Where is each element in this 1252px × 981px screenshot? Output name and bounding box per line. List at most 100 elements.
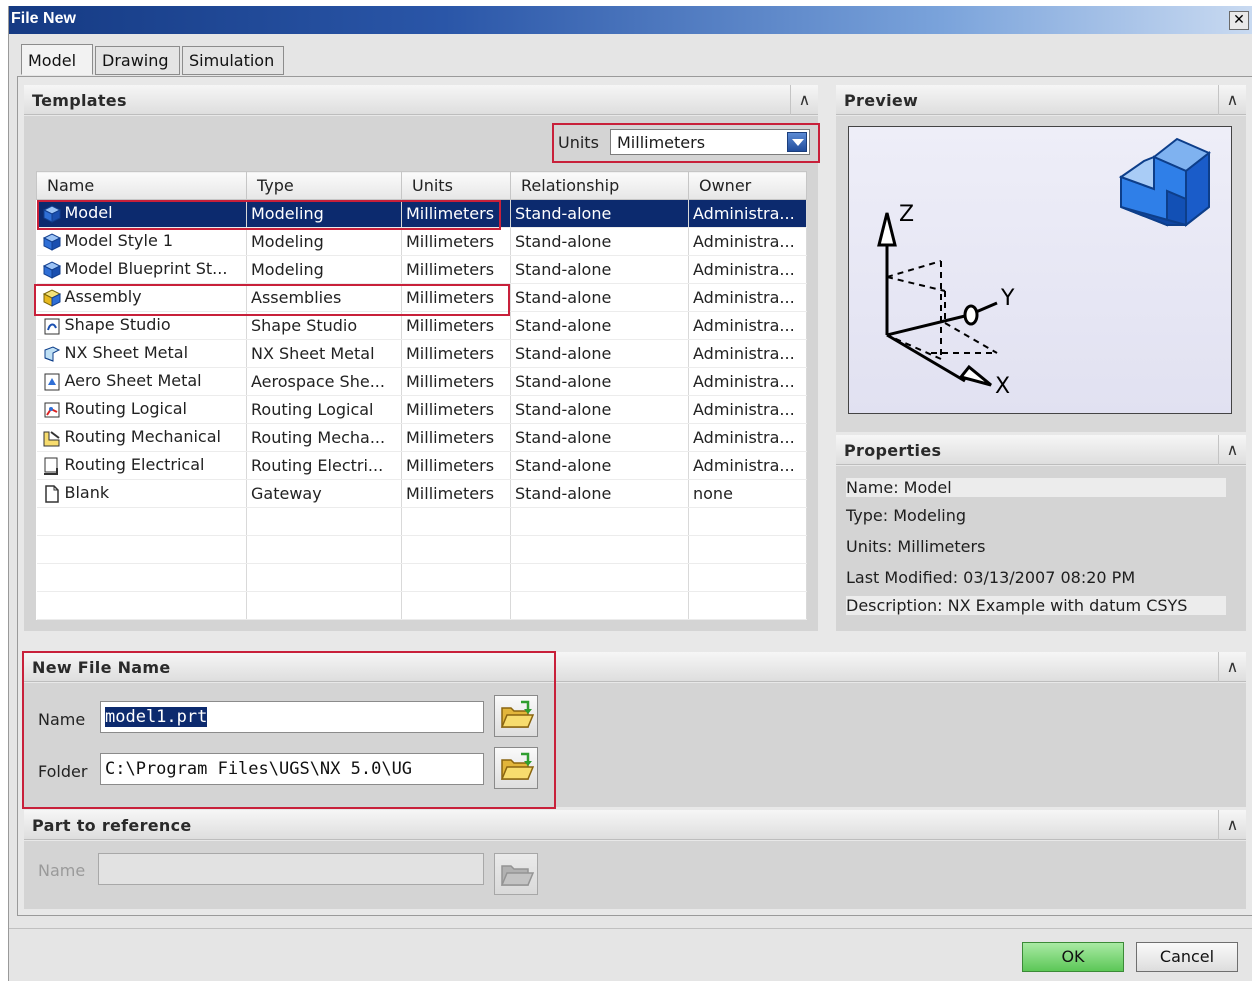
tab-model[interactable]: Model [21,44,93,75]
column-header-name[interactable]: Name [36,171,247,200]
cell-name: Blank [36,479,247,508]
cancel-button[interactable]: Cancel [1136,942,1238,972]
preview-panel: Z Y X [836,116,1246,432]
table-row[interactable]: Model Style 1 Modeling Millimeters Stand-al… [36,227,807,256]
template-name: NX Sheet Metal [64,343,189,363]
csys-axes [877,212,998,387]
open-folder-icon [500,865,535,886]
cell-type: Modeling [246,255,402,284]
x-axis-label: X [995,374,1010,399]
cell-type: Gateway [246,479,402,508]
cell-relationship: Stand-alone [510,395,689,424]
ok-button[interactable]: OK [1022,942,1124,972]
templates-header[interactable]: Templates ∧ [24,85,818,115]
units-dropdown[interactable]: Millimeters [610,129,810,155]
empty-cell [510,563,689,592]
cell-owner: none [688,479,807,508]
column-header-units[interactable]: Units [401,171,511,200]
cell-owner: Administra... [688,395,807,424]
reference-name-input[interactable] [98,853,484,885]
cell-owner: Administra... [688,283,807,312]
cell-units: Millimeters [401,339,511,368]
empty-cell [246,507,402,536]
cell-owner: Administra... [688,227,807,256]
assembly-icon [41,288,63,308]
table-row[interactable]: Model Modeling Millimeters Stand-alone Admin… [36,199,807,228]
collapse-icon[interactable]: ∧ [790,85,818,115]
preview-header[interactable]: Preview ∧ [836,85,1246,115]
tab-content: Templates ∧ Units Millimeters Name Type … [17,76,1252,916]
cell-name: Routing Mechanical [36,423,247,452]
template-name: Model Blueprint St... [64,259,228,279]
collapse-icon[interactable]: ∧ [1218,652,1246,682]
collapse-icon[interactable]: ∧ [1218,435,1246,465]
tab-drawing[interactable]: Drawing [95,46,180,75]
open-folder-icon [500,752,535,780]
column-header-owner[interactable]: Owner [688,171,807,200]
folder-input[interactable]: C:\Program Files\UGS\NX 5.0\UG [100,753,484,785]
table-row[interactable]: NX Sheet Metal NX Sheet Metal Millimeters S… [36,339,807,368]
routing-logical-icon [41,400,63,420]
browse-name-button[interactable] [494,695,538,737]
empty-row [36,563,807,592]
browse-reference-button[interactable] [494,853,538,895]
cell-relationship: Stand-alone [510,423,689,452]
cell-units: Millimeters [401,283,511,312]
properties-header[interactable]: Properties ∧ [836,435,1246,465]
shape-studio-icon [41,316,63,336]
empty-row [36,507,807,536]
file-name-input[interactable]: model1.prt [100,701,484,733]
close-button[interactable]: ✕ [1229,11,1249,30]
empty-cell [401,591,511,620]
property-description: Description: NX Example with datum CSYS [846,596,1226,615]
model-icon [41,260,63,280]
empty-cell [401,507,511,536]
cell-relationship: Stand-alone [510,451,689,480]
cell-owner: Administra... [688,311,807,340]
chevron-down-icon[interactable] [787,132,807,152]
table-row[interactable]: Aero Sheet Metal Aerospace She... Millimet… [36,367,807,396]
table-row[interactable]: Shape Studio Shape Studio Millimeters Stand… [36,311,807,340]
cell-relationship: Stand-alone [510,199,689,228]
empty-cell [246,591,402,620]
column-header-relationship[interactable]: Relationship [510,171,689,200]
cell-units: Millimeters [401,479,511,508]
column-header-type[interactable]: Type [246,171,402,200]
tab-simulation[interactable]: Simulation [182,46,284,75]
collapse-icon[interactable]: ∧ [1218,85,1246,115]
part-cube-icon [1118,137,1211,228]
part-to-reference-title: Part to reference [32,816,192,835]
cell-units: Millimeters [401,199,511,228]
y-axis-label: Y [1000,286,1015,311]
reference-name-label: Name [38,861,86,880]
cell-owner: Administra... [688,339,807,368]
cell-owner: Administra... [688,367,807,396]
cell-type: Aerospace She... [246,367,402,396]
empty-cell [36,535,247,564]
table-row[interactable]: Model Blueprint St... Modeling Millimeters… [36,255,807,284]
footer-divider [9,928,1252,929]
part-to-reference-header[interactable]: Part to reference ∧ [24,810,1246,840]
cell-type: Shape Studio [246,311,402,340]
cell-relationship: Stand-alone [510,479,689,508]
cell-relationship: Stand-alone [510,283,689,312]
browse-folder-button[interactable] [494,747,538,789]
table-row[interactable]: Routing Mechanical Routing Mecha... Millim… [36,423,807,452]
routing-electrical-icon [41,456,63,476]
table-row[interactable]: Routing Electrical Routing Electri... Mill… [36,451,807,480]
cell-type: Routing Mecha... [246,423,402,452]
property-type: Type: Modeling [846,506,967,525]
table-row[interactable]: Assembly Assemblies Millimeters Stand-alone… [36,283,807,312]
empty-cell [401,563,511,592]
table-row[interactable]: Blank Gateway Millimeters Stand-alone none [36,479,807,508]
new-file-name-header[interactable]: New File Name ∧ [24,652,1246,682]
collapse-icon[interactable]: ∧ [1218,810,1246,840]
file-new-dialog: File New ✕ Model Drawing Simulation Temp… [8,6,1252,981]
cell-name: Aero Sheet Metal [36,367,247,396]
title-bar[interactable]: File New ✕ [9,6,1252,34]
cell-relationship: Stand-alone [510,227,689,256]
empty-cell [36,507,247,536]
empty-row [36,535,807,564]
table-row[interactable]: Routing Logical Routing Logical Millimeter… [36,395,807,424]
cell-units: Millimeters [401,451,511,480]
